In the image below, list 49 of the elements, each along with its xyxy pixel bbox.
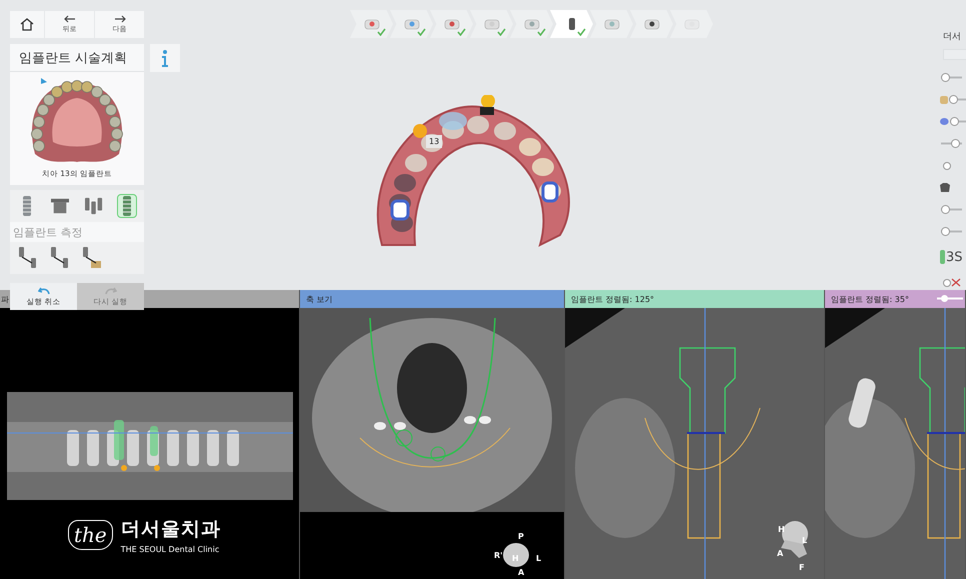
toggle-dot[interactable] [943,162,951,170]
slider-thumb[interactable] [941,73,950,82]
home-button[interactable] [10,11,44,38]
info-icon [161,50,169,66]
viewport-title: 임플란트 정렬됨: 125° [571,294,654,304]
slider-thumb[interactable] [941,227,950,236]
slider-thumb[interactable] [941,205,950,214]
orientation-label: A [518,568,524,577]
orientation-label: H [778,525,785,534]
slider[interactable] [949,95,966,104]
orientation-label: L [536,554,542,563]
viewport-title: 임플란트 정렬됨: 35° [831,294,909,304]
panel-title: 임플란트 시술계획 [10,44,144,72]
orientation-label: F [799,563,804,572]
implant-icon [940,250,945,264]
implant-icon [122,196,132,216]
toggle-dot[interactable] [943,278,951,286]
redo-icon [104,286,116,294]
undo-icon [38,286,50,294]
info-button[interactable] [150,44,180,72]
slider-thumb[interactable] [950,117,959,126]
distance-icon [18,247,38,269]
slider[interactable] [937,295,963,302]
workflow-step[interactable] [550,10,593,38]
logo-mark: the [68,520,113,550]
slider-thumb[interactable] [940,295,948,302]
viewport-title: 축 보기 [306,294,333,304]
arrow-right-icon [114,15,126,23]
slider[interactable] [950,117,966,126]
section-title: 임플란트 측정 [10,222,144,242]
orientation-label: R' [494,551,503,560]
clinic-name: 더서울치과 [120,517,221,542]
implant-size-label: 3S [946,250,963,264]
abutment-icon [51,198,70,214]
implant-icon [22,196,32,216]
tooth-number-label: 13 [426,135,442,148]
slider-thumb[interactable] [949,95,958,104]
arrow-left-icon [64,15,76,23]
bone-distance-icon [82,247,102,269]
panel-title: 더서 [942,31,962,43]
implant-tool-button[interactable] [117,194,138,218]
clinic-tagline: THE SEOUL Dental Clinic [120,545,220,554]
implants-icon [84,197,103,215]
orientation-label: L [802,536,808,545]
orientation-label: P [518,532,524,541]
slider-thumb[interactable] [950,139,960,148]
home-icon [20,18,34,31]
viewport-title: 파 [1,294,9,304]
orientation-label: A [777,549,784,558]
